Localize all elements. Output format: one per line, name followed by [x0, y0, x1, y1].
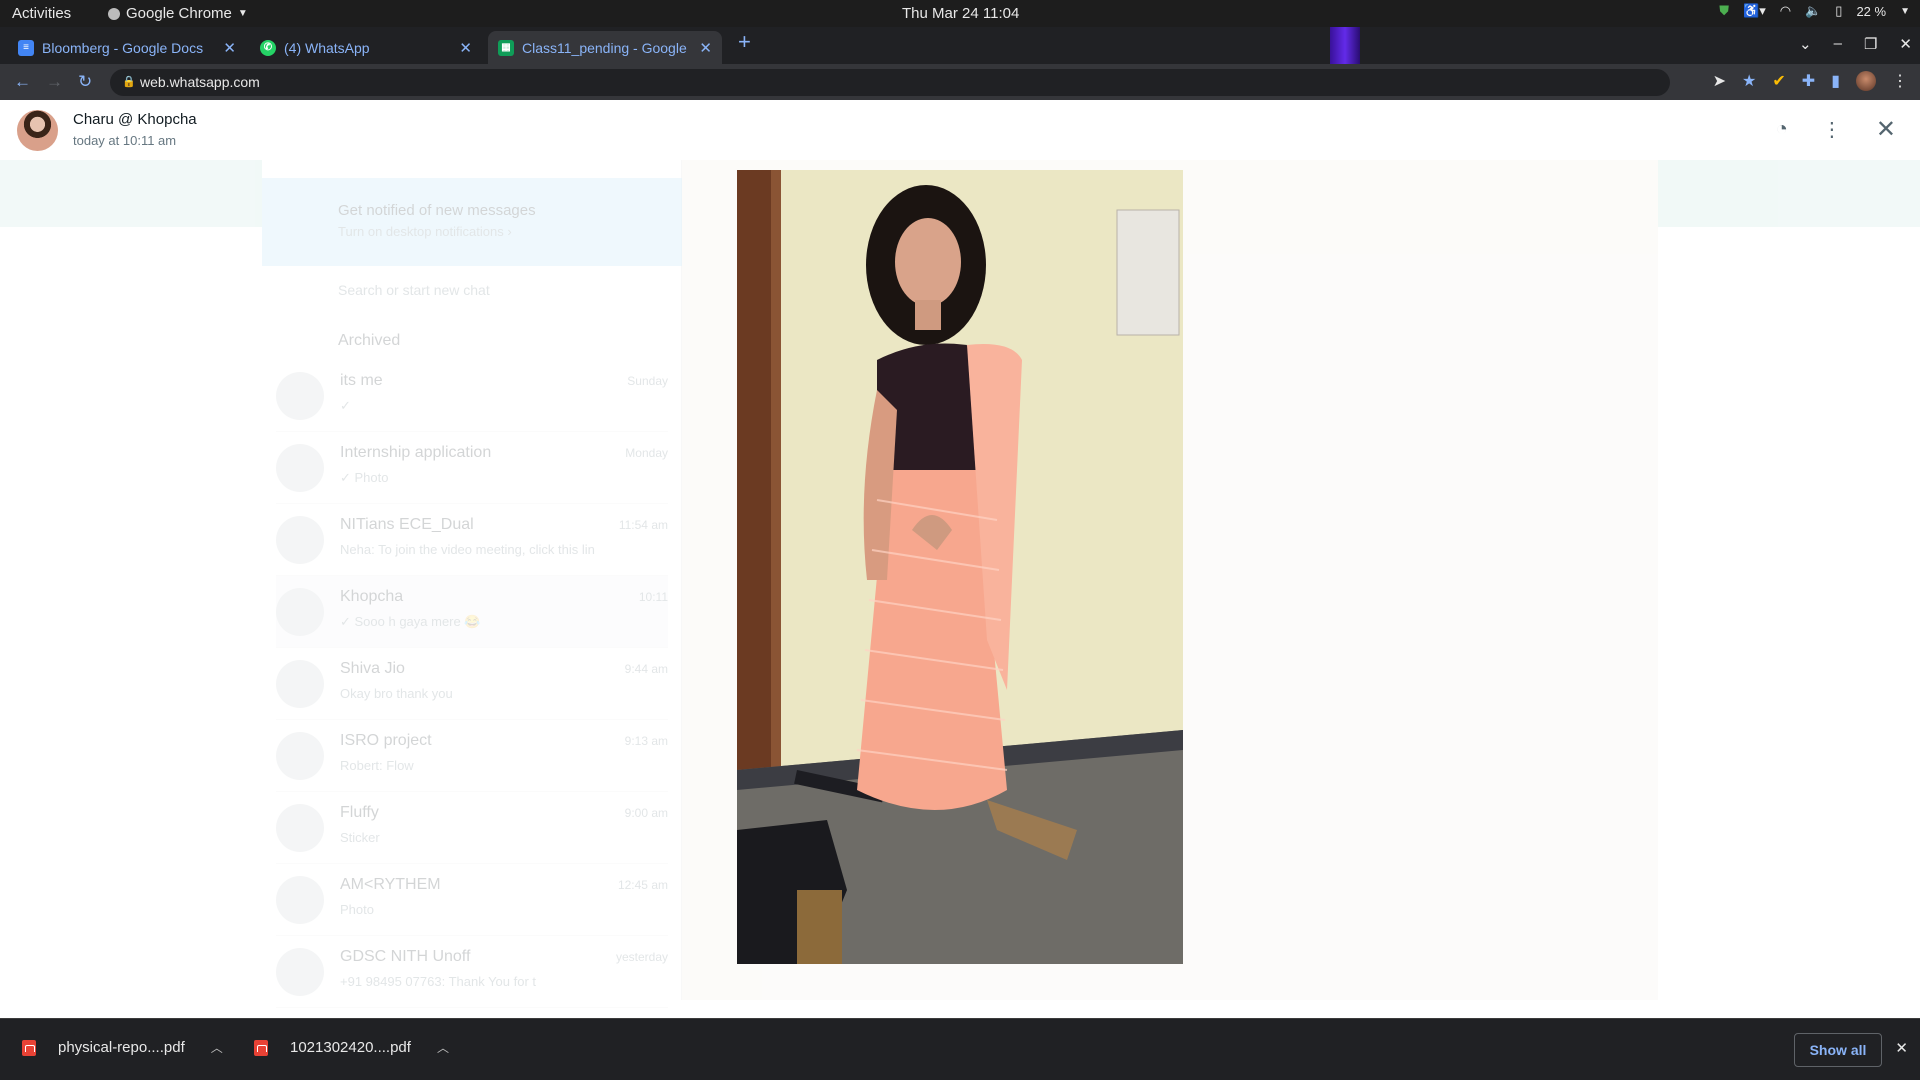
media-viewer-actions: ◔ ⋮ ✕ [1776, 115, 1896, 144]
shield-icon: ⛊ [1719, 3, 1730, 18]
url-text: web.whatsapp.com [140, 74, 260, 90]
tab-whatsapp[interactable]: ✆ (4) WhatsApp ✕ [250, 31, 482, 64]
download-item[interactable]: physical-repo....pdf ︿ [22, 1039, 223, 1056]
activities-button[interactable]: Activities [12, 5, 71, 22]
chat-row: Fluffy Sticker 9:00 am [276, 792, 668, 864]
new-tab-button[interactable]: + [738, 29, 751, 55]
download-filename: 1021302420....pdf [290, 1039, 411, 1056]
chat-row: NITians ECE_Dual Neha: To join the video … [276, 504, 668, 576]
app-menu[interactable]: Google Chrome ▼ [108, 5, 248, 22]
chat-row: its me ✓ Sunday [276, 360, 668, 432]
archived-label: Archived [338, 332, 401, 349]
chevron-up-icon[interactable]: ︿ [211, 1039, 223, 1056]
chevron-up-icon[interactable]: ︿ [437, 1039, 449, 1056]
toolbar-actions: ➤ ★ ✔ ✚ ▮ ⋮ [1713, 71, 1908, 91]
media-photo[interactable] [737, 170, 1183, 964]
pdf-icon [22, 1039, 36, 1056]
lock-icon: 🔒 [122, 76, 136, 88]
search-input: Search or start new chat [338, 282, 490, 298]
side-panel-icon[interactable]: ▮ [1831, 71, 1840, 91]
extension-check-icon[interactable]: ✔ [1772, 71, 1785, 91]
download-filename: physical-repo....pdf [58, 1039, 185, 1056]
chrome-icon [108, 7, 120, 20]
photo-image [737, 170, 1183, 964]
page-viewport: Get notified of new messages Turn on des… [0, 100, 1920, 1018]
chat-list-panel: Get notified of new messages Turn on des… [262, 160, 682, 1008]
battery-percent: 22 % [1856, 3, 1887, 19]
volume-icon: 🔈 [1805, 3, 1822, 18]
notification-subtitle: Turn on desktop notifications › [338, 224, 512, 239]
chrome-tab-strip: ≡ Bloomberg - Google Docs ✕ ✆ (4) WhatsA… [0, 27, 1920, 64]
system-top-bar: Activities Google Chrome ▼ Thu Mar 24 11… [0, 0, 1920, 27]
extensions-puzzle-icon[interactable]: ✚ [1802, 71, 1815, 91]
clock[interactable]: Thu Mar 24 11:04 [902, 5, 1019, 22]
app-name: Google Chrome [126, 5, 232, 22]
media-viewer-header: Charu @ Khopcha today at 10:11 am ◔ ⋮ ✕ [0, 100, 1920, 160]
wifi-icon: ◠ [1779, 3, 1792, 18]
send-icon[interactable]: ➤ [1713, 71, 1726, 91]
notification-banner [262, 178, 682, 266]
chevron-down-icon: ▼ [1900, 5, 1910, 17]
notification-title: Get notified of new messages [338, 202, 536, 219]
bookmark-star-icon[interactable]: ★ [1742, 71, 1756, 91]
show-all-button[interactable]: Show all [1794, 1033, 1882, 1067]
close-icon[interactable]: ✕ [459, 39, 472, 57]
chevron-down-icon: ▼ [237, 8, 248, 19]
tab-label: Class11_pending - Google [522, 39, 687, 56]
more-icon[interactable]: ⋮ [1822, 117, 1842, 142]
profile-avatar[interactable] [1856, 71, 1876, 91]
chat-row: AM<RYTHEM Photo 12:45 am [276, 864, 668, 936]
download-item[interactable]: 1021302420....pdf ︿ [254, 1039, 449, 1056]
message-timestamp: today at 10:11 am [73, 133, 177, 148]
clock-icon[interactable]: ◔ [1776, 118, 1788, 141]
chat-row: GDSC NITH Unoff +91 98495 07763: Thank Yo… [276, 936, 668, 1008]
accessibility-icon: ♿▾ [1743, 3, 1766, 18]
docs-icon: ≡ [18, 39, 34, 56]
close-icon[interactable]: ✕ [699, 39, 712, 57]
chat-row: Shiva Jio Okay bro thank you 9:44 am [276, 648, 668, 720]
whatsapp-icon: ✆ [260, 39, 276, 56]
tab-search-icon[interactable]: ⌄ [1799, 35, 1812, 53]
close-icon[interactable]: ✕ [1895, 1039, 1908, 1057]
window-controls: ⌄ – ❐ ✕ [1799, 35, 1912, 53]
chat-row: Khopcha ✓ Sooo h gaya mere 😂 10:11 [276, 576, 668, 648]
close-icon[interactable]: ✕ [223, 39, 236, 57]
chrome-toolbar: ← → ↻ 🔒 web.whatsapp.com ➤ ★ ✔ ✚ ▮ ⋮ [0, 64, 1920, 100]
sheets-icon: ▦ [498, 39, 514, 56]
close-icon[interactable]: ✕ [1876, 115, 1896, 144]
back-icon[interactable]: ← [14, 72, 31, 92]
tab-bloomberg-docs[interactable]: ≡ Bloomberg - Google Docs ✕ [8, 31, 246, 64]
pdf-icon [254, 1039, 268, 1056]
forward-icon[interactable]: → [46, 72, 63, 92]
minimize-icon[interactable]: – [1834, 35, 1842, 53]
sender-name[interactable]: Charu @ Khopcha [73, 111, 197, 128]
chat-row: Internship application ✓ Photo Monday [276, 432, 668, 504]
tab-label: (4) WhatsApp [284, 39, 370, 56]
system-tray[interactable]: ⛊ ♿▾ ◠ 🔈 ▯ 22 % ▼ [1719, 3, 1910, 19]
reload-icon[interactable]: ↻ [78, 72, 92, 92]
close-window-icon[interactable]: ✕ [1899, 35, 1912, 53]
chat-row: ISRO project Robert: Flow 9:13 am [276, 720, 668, 792]
menu-kebab-icon[interactable]: ⋮ [1892, 71, 1908, 91]
sender-avatar[interactable] [17, 110, 58, 151]
battery-icon: ▯ [1835, 3, 1843, 18]
restore-icon[interactable]: ❐ [1864, 35, 1877, 53]
downloads-shelf: physical-repo....pdf ︿ 1021302420....pdf… [0, 1018, 1920, 1080]
address-bar[interactable]: 🔒 web.whatsapp.com [110, 69, 1670, 96]
tab-label: Bloomberg - Google Docs [42, 39, 204, 56]
tab-class11-sheets[interactable]: ▦ Class11_pending - Google ✕ [488, 31, 722, 64]
